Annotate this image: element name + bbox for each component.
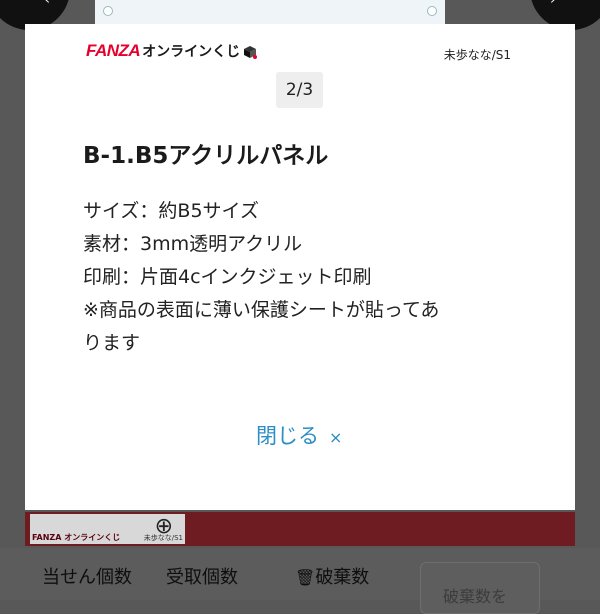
prize-thumbnail[interactable]: ⊕ FANZA オンラインくじ 未歩なな/S1 bbox=[30, 514, 185, 544]
item-title: B-1.B5アクリルパネル bbox=[83, 143, 329, 169]
item-detail-modal: FANZA オンラインくじ 未歩なな/S1 2/3 B-1.B5アクリルパネル … bbox=[25, 24, 575, 510]
description-line: 素材：3mm透明アクリル bbox=[83, 233, 303, 255]
trash-icon: 🗑 bbox=[295, 568, 316, 587]
panel-hole-icon bbox=[103, 6, 113, 16]
close-button-label: 閉じる bbox=[256, 424, 319, 448]
page-indicator: 2/3 bbox=[276, 72, 323, 108]
discard-button-label: 破棄数を bbox=[443, 587, 508, 606]
description-line: ります bbox=[83, 332, 141, 354]
fanza-kuji-logo: FANZA オンラインくじ bbox=[86, 41, 258, 61]
description-line: 印刷：片面4cインクジェット印刷 bbox=[83, 266, 372, 288]
discard-button[interactable]: 破棄数を bbox=[420, 562, 540, 614]
thumbnail-logo: FANZA オンラインくじ bbox=[32, 533, 121, 542]
description-line: サイズ：約B5サイズ bbox=[83, 200, 259, 222]
won-count-label: 当せん個数 bbox=[42, 567, 132, 588]
author-label: 未歩なな/S1 bbox=[443, 48, 511, 62]
close-button[interactable]: 閉じる × bbox=[256, 420, 342, 450]
logo-service-text: オンラインくじ bbox=[142, 44, 241, 60]
carousel-image-top bbox=[95, 0, 445, 26]
received-count-label: 受取個数 bbox=[166, 567, 238, 588]
item-description: サイズ：約B5サイズ 素材：3mm透明アクリル 印刷：片面4cインクジェット印刷… bbox=[83, 195, 523, 360]
panel-hole-icon bbox=[427, 6, 437, 16]
discard-count-label: 🗑破棄数 bbox=[295, 567, 370, 588]
gift-box-icon bbox=[243, 44, 258, 59]
chevron-left-icon: ‹ bbox=[44, 0, 50, 8]
chevron-right-icon: › bbox=[550, 0, 556, 8]
logo-fanza-text: FANZA bbox=[86, 41, 141, 60]
thumbnail-author: 未歩なな/S1 bbox=[143, 534, 183, 542]
description-line: ※商品の表面に薄い保護シートが貼ってあ bbox=[83, 299, 440, 321]
close-icon: × bbox=[329, 428, 343, 447]
